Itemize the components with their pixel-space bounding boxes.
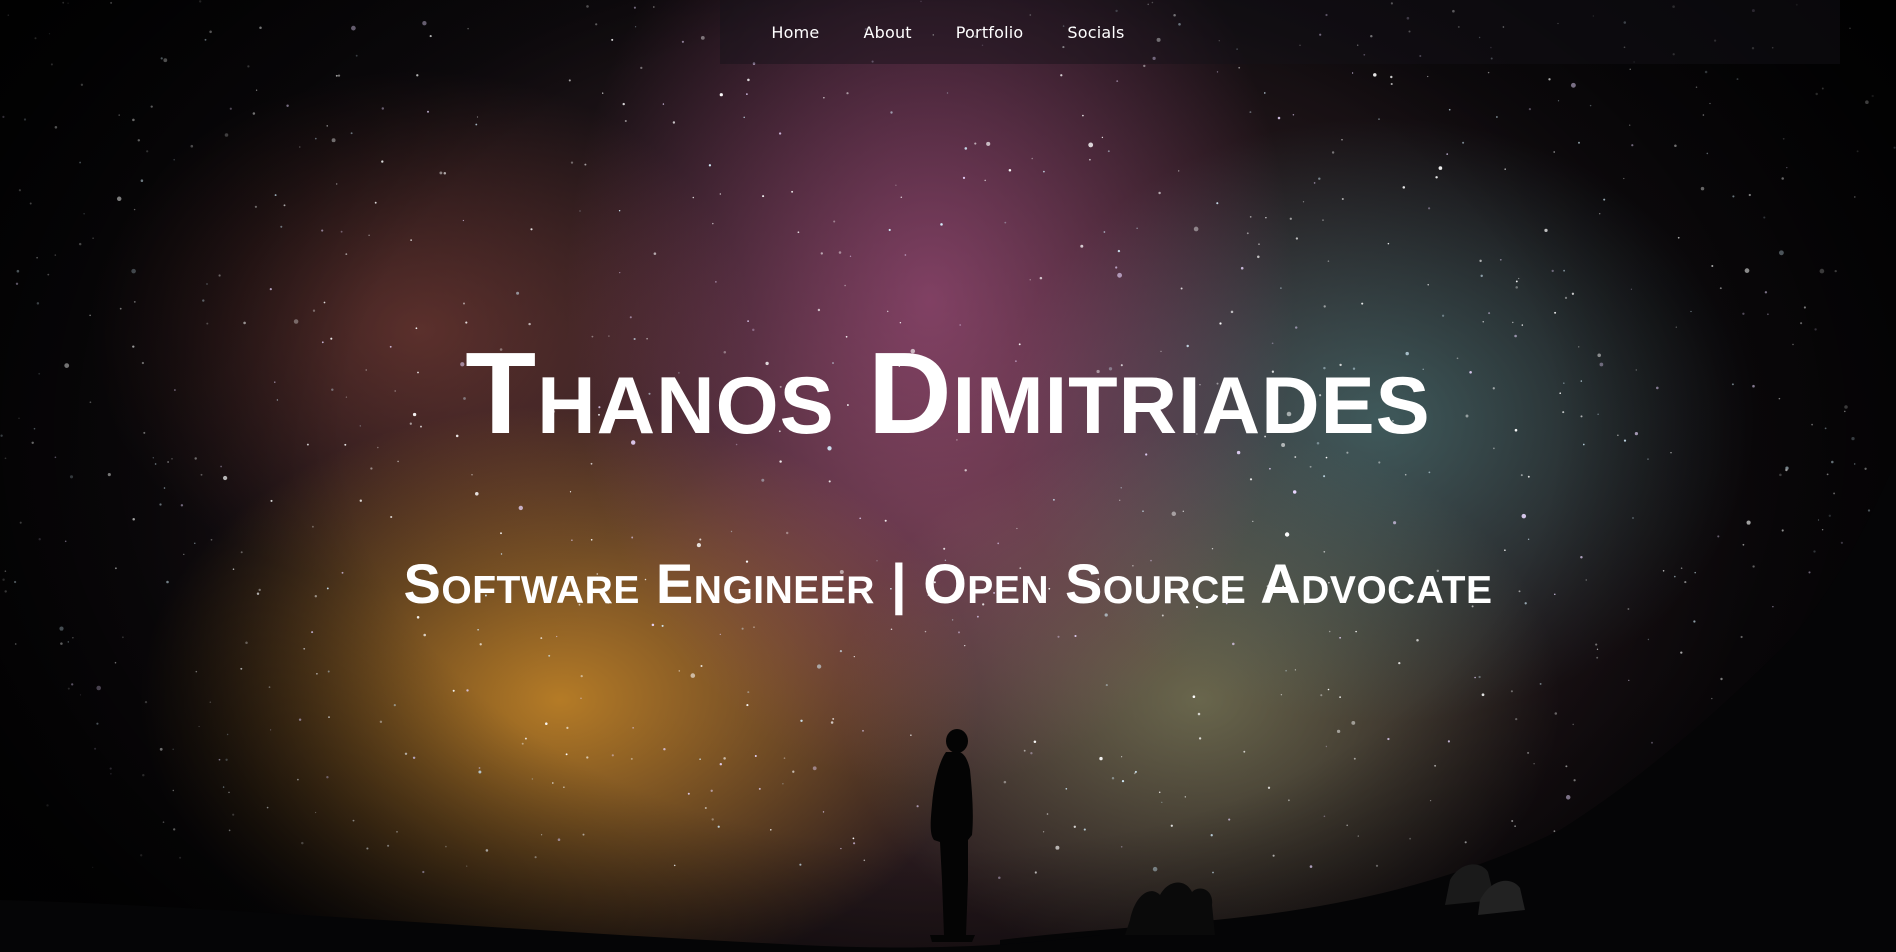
hero-title: Thanos Dimitriades — [465, 328, 1431, 458]
nav-link-home[interactable]: Home — [771, 23, 819, 42]
top-navigation: Home About Portfolio Socials — [0, 0, 1896, 64]
nav-link-portfolio[interactable]: Portfolio — [956, 23, 1024, 42]
hero-subtitle: Software Engineer | Open Source Advocate — [403, 552, 1493, 615]
nav-link-about[interactable]: About — [863, 23, 911, 42]
landscape-silhouette-image — [0, 460, 1896, 952]
nav-link-socials[interactable]: Socials — [1067, 23, 1124, 42]
person-silhouette — [930, 729, 975, 942]
page: Home About Portfolio Socials Thanos Dimi… — [0, 0, 1896, 952]
